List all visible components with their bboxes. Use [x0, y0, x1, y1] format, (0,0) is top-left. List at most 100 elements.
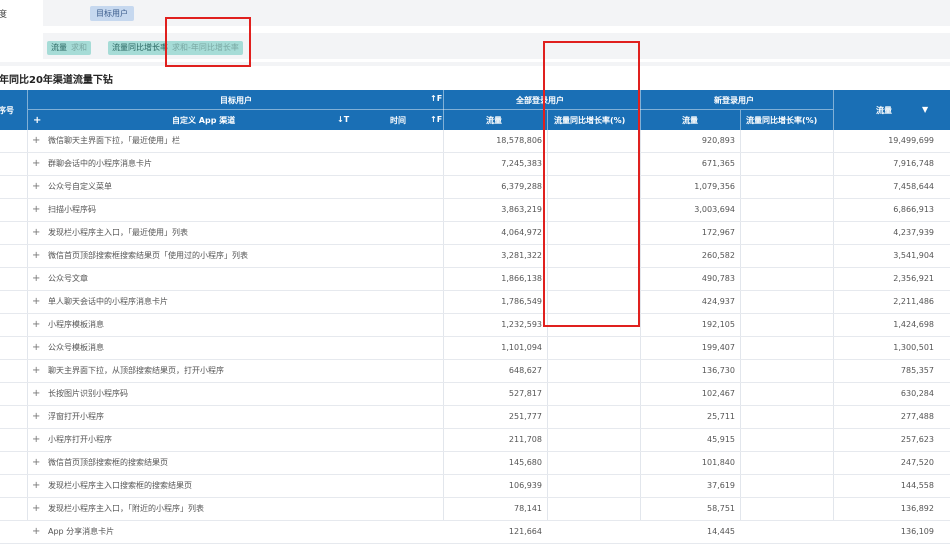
- table-row[interactable]: + 长按图片识别小程序码 527,817 102,467 630,284: [0, 383, 950, 406]
- sort-icon[interactable]: ↑F: [430, 115, 442, 124]
- channel-name-cell: 微信首页顶部搜索框搜索结果页「使用过的小程序」列表: [48, 251, 248, 260]
- expand-row-icon[interactable]: +: [32, 360, 44, 382]
- all-traffic-cell: 78,141: [514, 504, 542, 513]
- new-traffic-cell: 199,407: [701, 343, 735, 352]
- expand-row-icon[interactable]: +: [32, 291, 44, 313]
- total-traffic-cell: 1,424,698: [893, 320, 934, 329]
- header-target-users: 目标用户: [220, 96, 252, 105]
- new-traffic-cell: 3,003,694: [694, 205, 735, 214]
- all-traffic-cell: 106,939: [508, 481, 542, 490]
- expand-row-icon[interactable]: +: [32, 383, 44, 405]
- expand-row-icon[interactable]: +: [32, 130, 44, 152]
- new-traffic-cell: 490,783: [701, 274, 735, 283]
- total-traffic-cell: 2,211,486: [893, 297, 934, 306]
- target-users-pill[interactable]: 目标用户: [90, 6, 134, 21]
- all-traffic-cell: 1,866,138: [501, 274, 542, 283]
- new-traffic-cell: 58,751: [707, 504, 735, 513]
- table-row[interactable]: + App 分享消息卡片 121,664 14,445 136,109: [0, 521, 950, 544]
- total-traffic-cell: 630,284: [900, 389, 934, 398]
- expand-row-icon[interactable]: +: [32, 452, 44, 474]
- expand-row-icon[interactable]: +: [32, 314, 44, 336]
- section-divider: [0, 62, 950, 66]
- expand-row-icon[interactable]: +: [32, 153, 44, 175]
- table-row[interactable]: + 单人聊天会话中的小程序消息卡片 1,786,549 424,937 2,211,48…: [0, 291, 950, 314]
- dropdown-icon[interactable]: ▼: [922, 105, 928, 114]
- channel-name-cell: 发现栏小程序主入口，「附近的小程序」列表: [48, 504, 204, 513]
- growth-metric-name: 流量同比增长率: [112, 43, 168, 52]
- channel-name-cell: 单人聊天会话中的小程序消息卡片: [48, 297, 168, 306]
- expand-row-icon[interactable]: +: [32, 429, 44, 451]
- all-traffic-cell: 6,379,288: [501, 182, 542, 191]
- all-traffic-cell: 251,777: [508, 412, 542, 421]
- all-traffic-cell: 1,786,549: [501, 297, 542, 306]
- expand-row-icon[interactable]: +: [32, 475, 44, 497]
- header-channel[interactable]: 自定义 App 渠道: [172, 115, 235, 126]
- table-row[interactable]: + 公众号文章 1,866,138 490,783 2,356,921: [0, 268, 950, 291]
- all-traffic-cell: 1,232,593: [501, 320, 542, 329]
- sort-icon[interactable]: ↓T: [337, 115, 349, 124]
- table-row[interactable]: + 小程序打开小程序 211,708 45,915 257,623: [0, 429, 950, 452]
- channel-name-cell: 公众号自定义菜单: [48, 182, 112, 191]
- expand-row-icon[interactable]: +: [32, 521, 44, 543]
- expand-row-icon[interactable]: +: [32, 498, 44, 520]
- header-divider: [740, 110, 741, 130]
- total-traffic-cell: 6,866,913: [893, 205, 934, 214]
- channel-name-cell: 小程序模板消息: [48, 320, 104, 329]
- header-divider: [28, 109, 833, 110]
- table-row[interactable]: + 扫描小程序码 3,863,219 3,003,694 6,866,913: [0, 199, 950, 222]
- total-traffic-cell: 785,357: [900, 366, 934, 375]
- header-new-traffic[interactable]: 流量: [682, 115, 698, 126]
- table-row[interactable]: + 浮窗打开小程序 251,777 25,711 277,488: [0, 406, 950, 429]
- table-row[interactable]: + 群聊会话中的小程序消息卡片 7,245,383 671,365 7,916,748: [0, 153, 950, 176]
- total-traffic-cell: 277,488: [900, 412, 934, 421]
- all-traffic-cell: 1,101,094: [501, 343, 542, 352]
- new-traffic-cell: 172,967: [701, 228, 735, 237]
- sort-icon[interactable]: ↑F: [430, 94, 442, 103]
- all-traffic-cell: 18,578,806: [496, 136, 542, 145]
- expand-row-icon[interactable]: +: [32, 406, 44, 428]
- new-traffic-cell: 671,365: [701, 159, 735, 168]
- expand-row-icon[interactable]: +: [32, 176, 44, 198]
- total-traffic-cell: 257,623: [900, 435, 934, 444]
- header-all-traffic[interactable]: 流量: [486, 115, 502, 126]
- channel-name-cell: 微信聊天主界面下拉，「最近使用」栏: [48, 136, 180, 145]
- channel-name-cell: 发现栏小程序主入口，「最近使用」列表: [48, 228, 188, 237]
- total-traffic-cell: 7,916,748: [893, 159, 934, 168]
- new-traffic-cell: 102,467: [701, 389, 735, 398]
- traffic-metric-pill[interactable]: 流量 求和: [47, 41, 91, 55]
- new-traffic-cell: 14,445: [707, 527, 735, 536]
- table-row[interactable]: + 微信首页顶部搜索框的搜索结果页 145,680 101,840 247,520: [0, 452, 950, 475]
- channel-name-cell: 微信首页顶部搜索框的搜索结果页: [48, 458, 168, 467]
- table-row[interactable]: + 公众号模板消息 1,101,094 199,407 1,300,501: [0, 337, 950, 360]
- table-row[interactable]: + 微信聊天主界面下拉，「最近使用」栏 18,578,806 920,893 19,49…: [0, 130, 950, 153]
- expand-row-icon[interactable]: +: [32, 199, 44, 221]
- table-row[interactable]: + 发现栏小程序主入口搜索框的搜索结果页 106,939 37,619 144,558: [0, 475, 950, 498]
- traffic-metric-agg: 求和: [71, 43, 87, 52]
- all-traffic-cell: 211,708: [508, 435, 542, 444]
- total-traffic-cell: 19,499,699: [888, 136, 934, 145]
- table-row[interactable]: + 微信首页顶部搜索框搜索结果页「使用过的小程序」列表 3,281,322 260,5…: [0, 245, 950, 268]
- total-traffic-cell: 1,300,501: [893, 343, 934, 352]
- header-new-growth[interactable]: 流量同比增长率(%): [746, 115, 817, 126]
- new-traffic-cell: 25,711: [707, 412, 735, 421]
- expand-row-icon[interactable]: +: [32, 337, 44, 359]
- new-traffic-cell: 101,840: [701, 458, 735, 467]
- total-traffic-cell: 2,356,921: [893, 274, 934, 283]
- header-time[interactable]: 时间: [390, 115, 406, 126]
- expand-row-icon[interactable]: +: [32, 222, 44, 244]
- total-traffic-cell: 247,520: [900, 458, 934, 467]
- header-total-traffic[interactable]: 流量: [876, 105, 892, 116]
- table-row[interactable]: + 小程序模板消息 1,232,593 192,105 1,424,698: [0, 314, 950, 337]
- total-traffic-cell: 144,558: [900, 481, 934, 490]
- new-traffic-cell: 136,730: [701, 366, 735, 375]
- expand-row-icon[interactable]: +: [32, 245, 44, 267]
- table-row[interactable]: + 发现栏小程序主入口，「最近使用」列表 4,064,972 172,967 4,237…: [0, 222, 950, 245]
- expand-row-icon[interactable]: +: [32, 268, 44, 290]
- all-traffic-cell: 3,863,219: [501, 205, 542, 214]
- table-row[interactable]: + 发现栏小程序主入口，「附近的小程序」列表 78,141 58,751 136,892: [0, 498, 950, 521]
- table-row[interactable]: + 聊天主界面下拉，从顶部搜索结果页，打开小程序 648,627 136,730 785…: [0, 360, 950, 383]
- channel-name-cell: 扫描小程序码: [48, 205, 96, 214]
- all-traffic-cell: 3,281,322: [501, 251, 542, 260]
- expand-all-icon[interactable]: +: [33, 115, 41, 126]
- table-row[interactable]: + 公众号自定义菜单 6,379,288 1,079,356 7,458,644: [0, 176, 950, 199]
